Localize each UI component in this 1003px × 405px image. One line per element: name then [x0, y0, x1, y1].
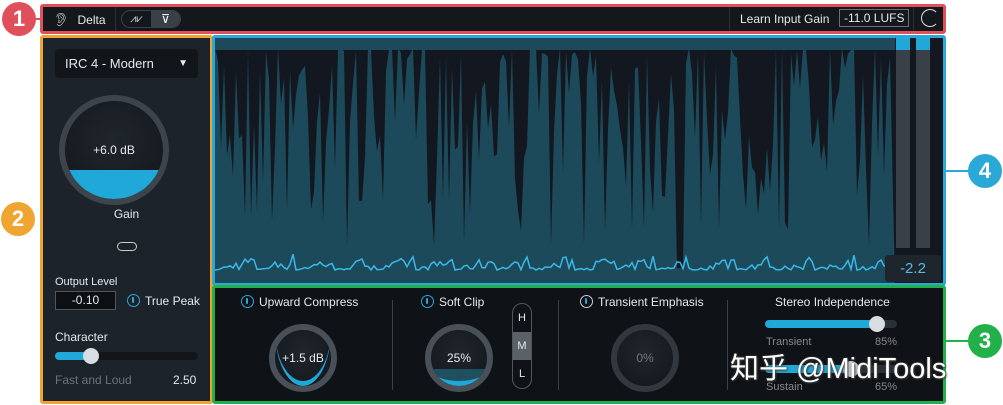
slider-thumb[interactable]: [869, 316, 886, 332]
learn-input-gain-button[interactable]: Learn Input Gain: [740, 12, 829, 26]
annotation-badge-4: 4: [968, 154, 1002, 188]
waveform-area: [215, 48, 895, 283]
soft-clip-toggle[interactable]: Soft Clip: [421, 295, 484, 309]
link-icon[interactable]: [117, 242, 137, 251]
waveform-top-band: [215, 38, 895, 50]
transient-stereo-slider[interactable]: [765, 316, 897, 332]
output-level-input[interactable]: -0.10: [55, 291, 116, 310]
upward-compress-value: +1.5 dB: [282, 351, 324, 365]
output-meter-left: [896, 38, 910, 248]
transfer-view-icon[interactable]: ⊽: [151, 11, 180, 27]
delta-label: Delta: [77, 13, 106, 27]
character-mode: Fast and Loud: [55, 373, 132, 387]
hml-option-l[interactable]: L: [513, 360, 531, 388]
gain-knob[interactable]: +6.0 dB: [59, 95, 169, 205]
transient-emphasis-knob[interactable]: 0%: [611, 324, 679, 392]
hml-option-h[interactable]: H: [513, 304, 531, 332]
soft-clip-label: Soft Clip: [439, 295, 485, 309]
mode-label: IRC 4 - Modern: [65, 56, 154, 71]
annotation-badge-3: 3: [968, 324, 1002, 358]
chevron-down-icon: ▼: [178, 58, 188, 69]
view-toggle[interactable]: ⩘⩗ ⊽: [121, 10, 181, 28]
mode-dropdown[interactable]: IRC 4 - Modern ▼: [55, 49, 198, 78]
gain-label: Gain: [113, 207, 140, 221]
hml-option-m[interactable]: M: [513, 332, 531, 360]
power-icon: [127, 294, 140, 307]
soft-clip-knob[interactable]: 25%: [425, 324, 493, 392]
character-label: Character: [55, 330, 108, 344]
transient-emphasis-label: Transient Emphasis: [598, 295, 704, 309]
ear-icon: 👂︎: [53, 12, 70, 27]
slider-thumb[interactable]: [82, 348, 99, 364]
output-meter-right: [916, 38, 930, 248]
annotation-badge-2: 2: [1, 202, 35, 236]
upward-compress-knob[interactable]: +1.5 dB: [269, 324, 337, 392]
power-icon: [421, 295, 434, 308]
transient-emphasis-value: 0%: [636, 351, 654, 365]
meter-readout: -2.2: [885, 255, 941, 282]
delta-button[interactable]: 👂︎ Delta: [53, 11, 106, 29]
watermark: 知乎 @MidiTools: [730, 353, 947, 385]
character-slider[interactable]: [55, 348, 198, 364]
waveform-display: -2.2: [212, 35, 946, 286]
stereo-independence-label: Stereo Independence: [775, 295, 890, 309]
waveform-view-icon[interactable]: ⩘⩗: [122, 11, 151, 27]
annotation-badge-1: 1: [2, 2, 36, 36]
power-icon: [241, 295, 254, 308]
transient-emphasis-toggle[interactable]: Transient Emphasis: [580, 295, 704, 309]
power-icon: [580, 295, 593, 308]
maximizer-panel: IRC 4 - Modern ▼ +6.0 dB Gain Output Lev…: [40, 35, 213, 404]
learn-refresh-icon[interactable]: [921, 9, 939, 27]
true-peak-label: True Peak: [145, 294, 200, 308]
gain-knob-fill: [65, 169, 163, 199]
upward-compress-label: Upward Compress: [259, 295, 359, 309]
waveform-graph: [215, 38, 895, 283]
true-peak-toggle[interactable]: True Peak: [127, 294, 200, 308]
output-level-label: Output Level: [55, 276, 118, 288]
soft-clip-value: 25%: [446, 351, 472, 365]
hml-selector[interactable]: H M L: [512, 303, 532, 389]
top-toolbar: 👂︎ Delta ⩘⩗ ⊽ Learn Input Gain -11.0 LUF…: [40, 4, 946, 34]
gain-value: +6.0 dB: [93, 143, 135, 157]
character-value: 2.50: [173, 373, 197, 387]
upward-compress-toggle[interactable]: Upward Compress: [241, 295, 358, 309]
lufs-target-field[interactable]: -11.0 LUFS: [839, 9, 910, 27]
